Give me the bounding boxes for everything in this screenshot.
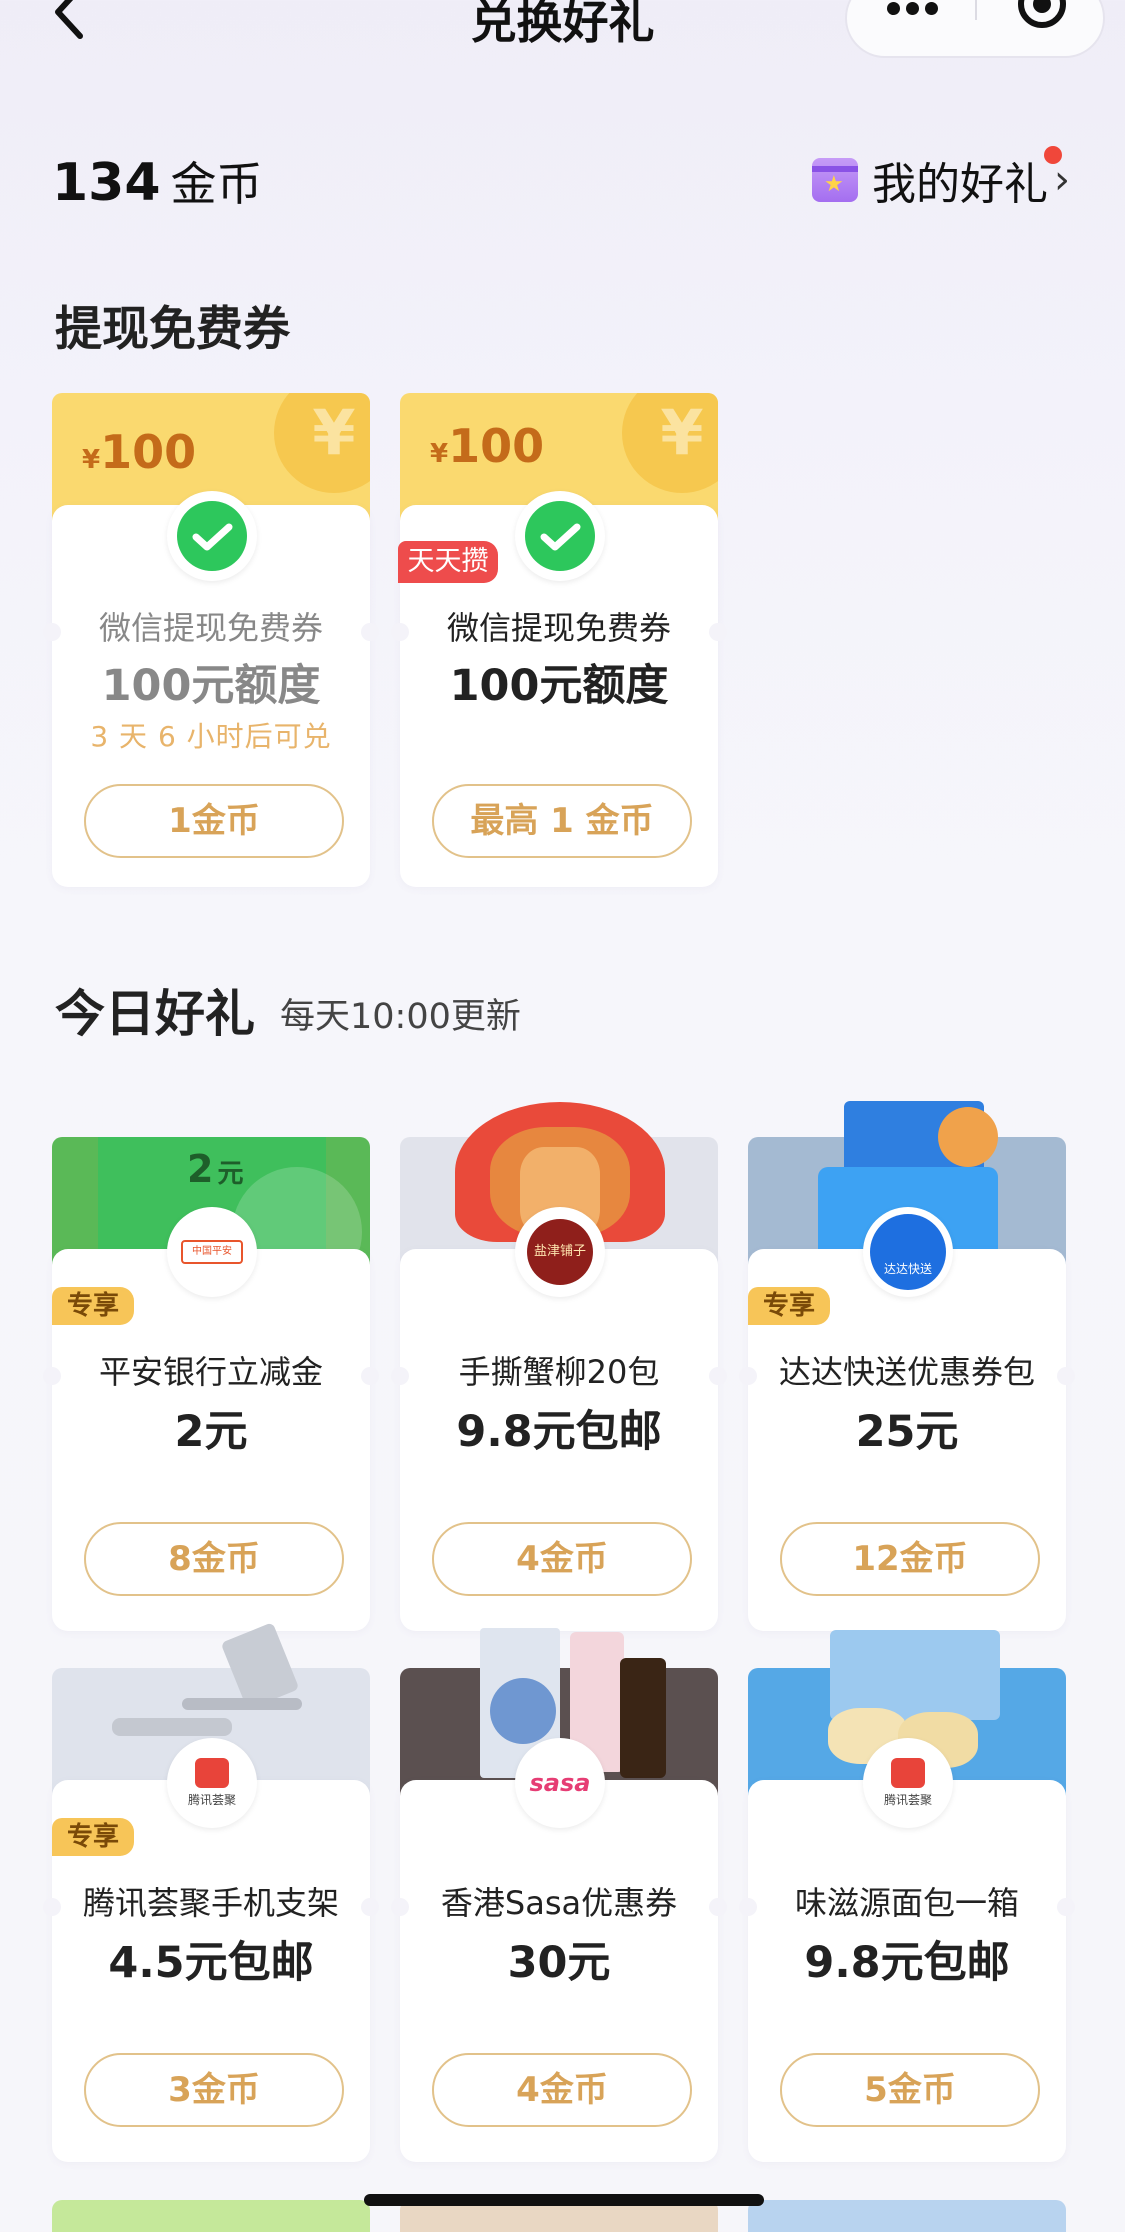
product-price: 9.8元包邮	[804, 1938, 1010, 1988]
product-name: 手撕蟹柳20包	[458, 1353, 660, 1391]
product-price: 2元	[174, 1407, 248, 1457]
product-name: 味滋源面包一箱	[794, 1884, 1019, 1922]
wechat-icon	[167, 491, 257, 581]
redeem-button[interactable]: 1金币	[84, 784, 344, 858]
pingan-logo-icon: 中国平安	[167, 1207, 257, 1297]
home-indicator[interactable]	[364, 2194, 764, 2206]
close-target-icon[interactable]	[1012, 0, 1072, 34]
product-card[interactable]: 达达快送 专享 达达快送优惠券包 25元 12金币	[739, 1101, 1075, 1634]
section-subtitle-today: 每天10:00更新	[280, 997, 521, 1037]
art-amount: 2	[187, 1147, 214, 1191]
coupon-name: 微信提现免费券	[446, 609, 671, 647]
yanjin-logo-icon: 盐津铺子	[515, 1207, 605, 1297]
my-gifts-label: 我的好礼	[872, 159, 1048, 210]
product-price: 25元	[855, 1407, 959, 1457]
coupon-amount: ¥100	[430, 419, 545, 473]
notification-dot	[1044, 146, 1062, 164]
product-name: 平安银行立减金	[98, 1353, 323, 1391]
product-name: 腾讯荟聚手机支架	[82, 1884, 339, 1922]
dada-logo-icon: 达达快送	[863, 1207, 953, 1297]
more-icon[interactable]	[887, 0, 957, 30]
product-card[interactable]: sasa 香港Sasa优惠券 30元 4金币	[391, 1628, 727, 2165]
exclusive-tag: 专享	[52, 1818, 134, 1856]
coupon-countdown: 3 天 6 小时后可兑	[90, 720, 332, 753]
art-unit: 元	[217, 1159, 244, 1189]
exclusive-tag: 专享	[748, 1287, 830, 1325]
redeem-button[interactable]: 4金币	[432, 1522, 692, 1596]
product-card[interactable]: 腾讯荟聚 味滋源面包一箱 9.8元包邮 5金币	[739, 1630, 1075, 2165]
nav-bar: 兑换好礼	[0, 0, 1125, 70]
coupon-value: 100元额度	[101, 661, 321, 711]
product-price: 30元	[507, 1938, 611, 1988]
redeem-button[interactable]: 最高 1 金币	[432, 784, 692, 858]
yen-icon: ¥	[622, 393, 718, 493]
redeem-button[interactable]: 3金币	[84, 2053, 344, 2127]
coupon-card[interactable]: ¥ ¥100 微信提现免费券 100元额度 3 天 6 小时后可兑 1金币	[43, 393, 379, 890]
chevron-right-icon: ›	[1054, 157, 1070, 203]
product-name: 达达快送优惠券包	[778, 1353, 1035, 1391]
tencent-huiju-logo-icon: 腾讯荟聚	[863, 1738, 953, 1828]
product-card[interactable]: 盐津铺子 手撕蟹柳20包 9.8元包邮 4金币	[391, 1102, 727, 1634]
daily-tag: 天天攒	[398, 541, 498, 583]
mini-program-capsule	[845, 0, 1105, 58]
coin-unit: 金币	[170, 157, 263, 211]
product-card[interactable]: 2元 中国平安 专享 平安银行立减金 2元 8金币	[43, 1137, 379, 1634]
yen-icon: ¥	[274, 393, 370, 493]
product-name: 香港Sasa优惠券	[440, 1884, 678, 1922]
coupon-card[interactable]: ¥ ¥100 天天攒 微信提现免费券 100元额度 最高 1 金币	[391, 393, 727, 890]
coupon-name: 微信提现免费券	[98, 609, 323, 647]
coupon-amount: ¥100	[82, 425, 197, 479]
coin-count: 134	[52, 153, 161, 213]
gift-box-icon: ★	[812, 158, 858, 202]
my-gifts-link[interactable]: ★ 我的好礼 ›	[812, 150, 1070, 210]
product-price: 9.8元包邮	[456, 1407, 662, 1457]
coin-balance: 134 金币	[52, 148, 263, 213]
tencent-huiju-logo-icon: 腾讯荟聚	[167, 1738, 257, 1828]
section-title-withdraw: 提现免费券	[55, 302, 290, 357]
redeem-button[interactable]: 5金币	[780, 2053, 1040, 2127]
wechat-icon	[515, 491, 605, 581]
product-card[interactable]: 腾讯荟聚 专享 腾讯荟聚手机支架 4.5元包邮 3金币	[43, 1622, 379, 2165]
redeem-button[interactable]: 8金币	[84, 1522, 344, 1596]
sasa-logo-icon: sasa	[515, 1738, 605, 1828]
exclusive-tag: 专享	[52, 1287, 134, 1325]
redeem-button[interactable]: 12金币	[780, 1522, 1040, 1596]
section-title-today: 今日好礼	[55, 985, 255, 1043]
capsule-divider	[975, 0, 977, 20]
redeem-button[interactable]: 4金币	[432, 2053, 692, 2127]
product-price: 4.5元包邮	[108, 1938, 314, 1988]
product-card-peek[interactable]	[748, 2200, 1066, 2232]
coupon-value: 100元额度	[449, 661, 669, 711]
product-card-peek[interactable]	[52, 2200, 370, 2232]
